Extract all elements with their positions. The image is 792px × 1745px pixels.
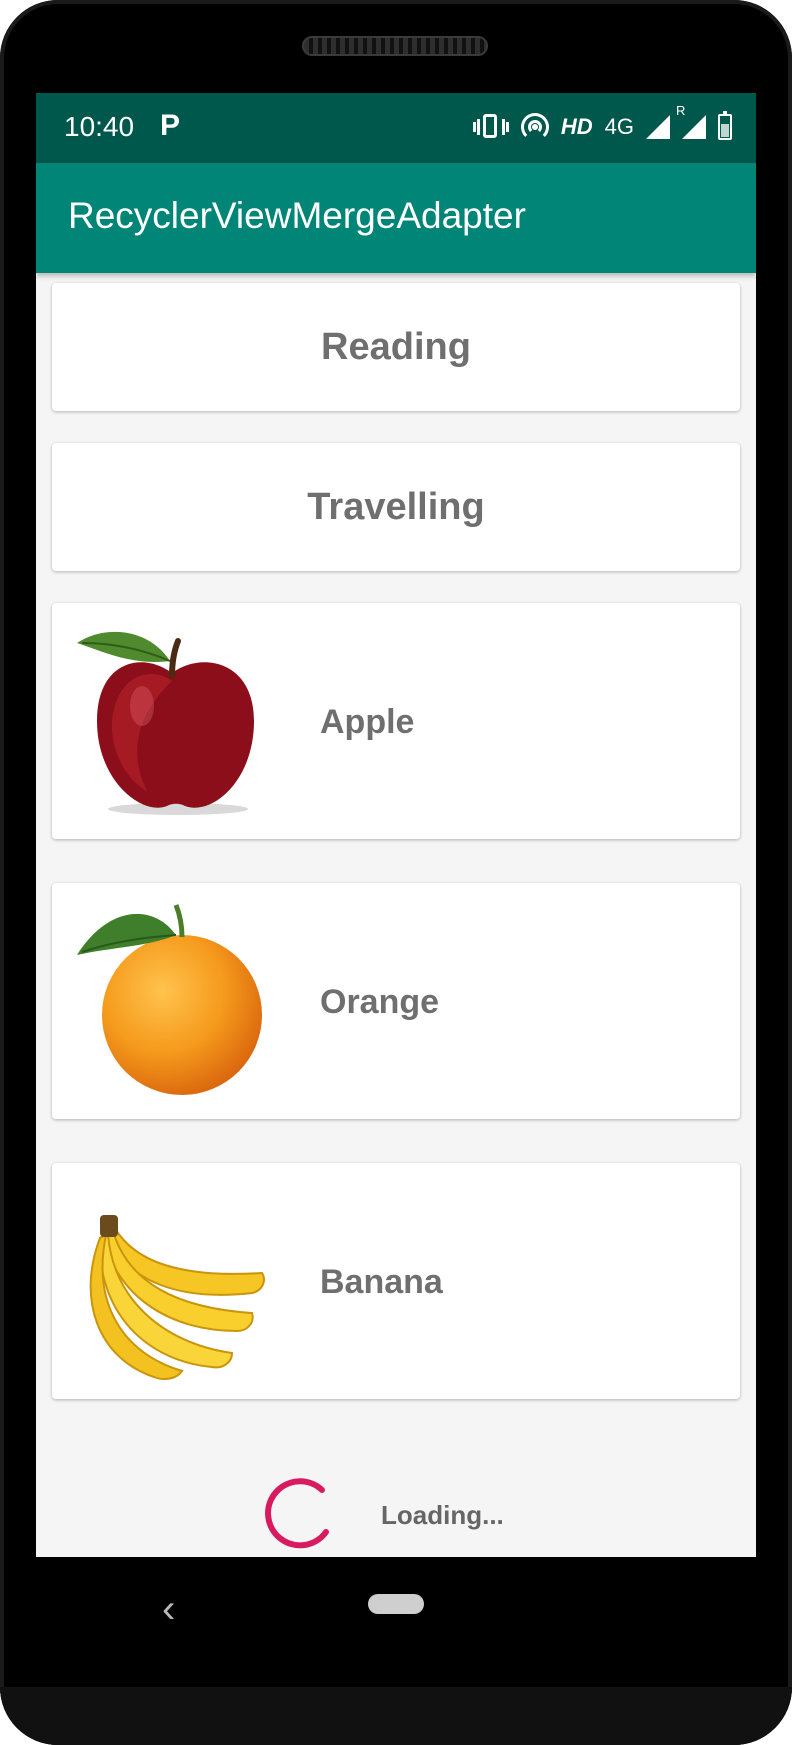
signal-roaming-icon — [682, 115, 706, 139]
orange-image — [77, 904, 262, 1095]
list-item-orange[interactable]: Orange — [52, 883, 740, 1119]
list-item-label: Travelling — [307, 485, 485, 528]
list-item-banana[interactable]: Banana — [52, 1163, 740, 1399]
network-type: 4G — [604, 114, 634, 139]
fruit-label: Banana — [320, 1263, 443, 1301]
app-title: RecyclerViewMergeAdapter — [68, 195, 526, 236]
speaker-grille — [302, 36, 488, 56]
hotspot-icon — [520, 113, 549, 141]
roaming-signal: R — [676, 103, 706, 139]
back-icon[interactable]: ‹ — [162, 1587, 175, 1632]
hd-indicator: HD — [560, 114, 593, 139]
banana-image — [89, 1215, 265, 1380]
roaming-label: R — [676, 103, 686, 118]
phone-chin — [0, 1687, 792, 1745]
list-item-travelling[interactable]: Travelling — [52, 443, 740, 571]
phone-frame: 10:40 P HD 4G R RecyclerViewMergeAdapter… — [0, 0, 792, 1745]
screen: 10:40 P HD 4G R RecyclerViewMergeAdapter… — [36, 93, 756, 1557]
app-bar: RecyclerViewMergeAdapter — [36, 163, 756, 273]
vibrate-icon — [472, 112, 509, 142]
apple-image — [77, 631, 254, 815]
status-time: 10:40 — [64, 111, 135, 142]
loading-footer: Loading... — [36, 1458, 756, 1549]
status-bar: 10:40 P HD 4G R — [36, 93, 756, 163]
signal-icon — [646, 115, 670, 139]
loading-spinner-icon — [265, 1478, 329, 1549]
fruit-label: Apple — [320, 703, 415, 741]
fruit-label: Orange — [320, 983, 440, 1021]
status-icons: HD 4G R — [472, 103, 732, 145]
home-pill-button[interactable] — [368, 1594, 424, 1614]
parking-p-icon: P — [160, 109, 181, 142]
list-item-label: Reading — [321, 325, 471, 368]
list-item-reading[interactable]: Reading — [52, 283, 740, 411]
list-item-apple[interactable]: Apple — [52, 603, 740, 839]
navigation-bar: ‹ — [36, 1557, 756, 1687]
loading-text: Loading... — [381, 1500, 504, 1530]
battery-icon — [718, 111, 732, 140]
